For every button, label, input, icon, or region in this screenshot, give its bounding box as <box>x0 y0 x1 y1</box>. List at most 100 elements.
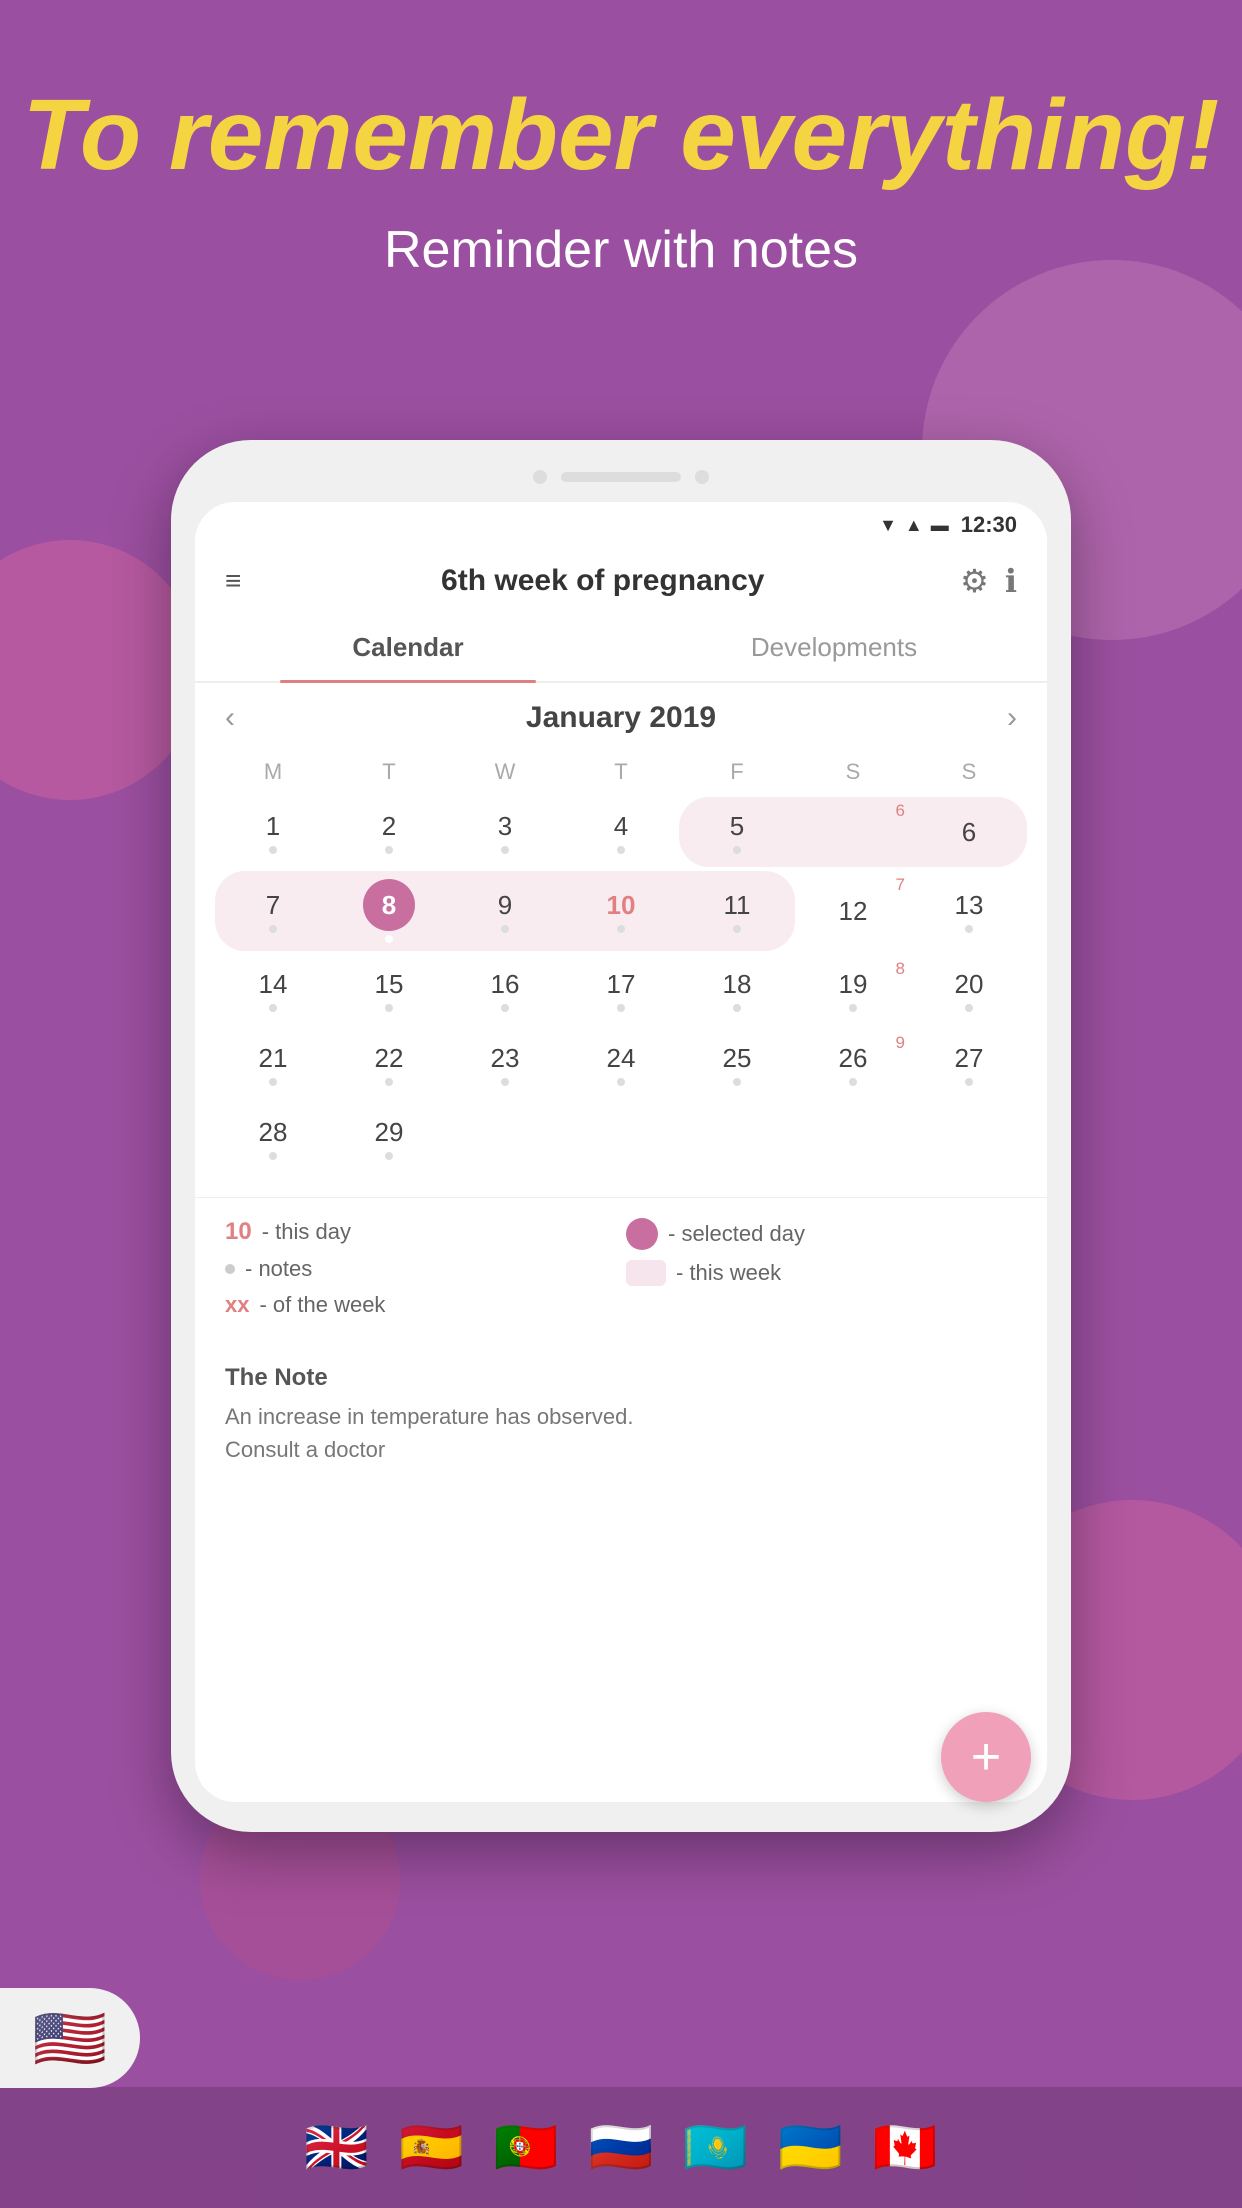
cal-cell-10[interactable]: 10 <box>563 871 679 951</box>
week-num-9: 9 <box>896 1033 905 1053</box>
cal-cell-3[interactable]: 3 <box>447 797 563 867</box>
bg-circle-left <box>0 540 200 800</box>
legend-selected-label: - selected day <box>668 1221 805 1247</box>
cal-day: 5 <box>730 811 744 842</box>
cal-day: 20 <box>955 969 984 1000</box>
cal-cell-7[interactable]: 7 <box>215 871 331 951</box>
cal-cell-13[interactable]: 13 <box>911 871 1027 951</box>
cal-day: 24 <box>607 1043 636 1074</box>
cal-cell-25[interactable]: 25 <box>679 1029 795 1099</box>
cal-cell-6s[interactable]: 6 <box>795 797 911 867</box>
flag-pt[interactable]: 🇵🇹 <box>494 2117 559 2178</box>
info-icon[interactable]: ℹ <box>1005 562 1017 600</box>
cal-cell-22[interactable]: 22 <box>331 1029 447 1099</box>
tab-calendar[interactable]: Calendar <box>195 614 621 681</box>
legend-week-label: - of the week <box>259 1292 385 1318</box>
cal-cell-17[interactable]: 17 <box>563 955 679 1025</box>
cal-cell-2[interactable]: 2 <box>331 797 447 867</box>
cal-cell-19[interactable]: 19 8 <box>795 955 911 1025</box>
flag-es[interactable]: 🇪🇸 <box>399 2117 464 2178</box>
cal-day: 25 <box>723 1043 752 1074</box>
calendar-section: ‹ January 2019 › M T W T F S S <box>195 683 1047 1187</box>
cal-day: 27 <box>955 1043 984 1074</box>
cal-cell-21[interactable]: 21 <box>215 1029 331 1099</box>
tab-developments[interactable]: Developments <box>621 614 1047 681</box>
calendar-row-4: 21 22 23 24 <box>215 1029 1027 1099</box>
legend-week-item: xx - of the week <box>225 1292 616 1318</box>
next-month-arrow[interactable]: › <box>1007 701 1017 735</box>
cal-cell-29[interactable]: 29 <box>331 1103 447 1173</box>
cal-cell-4[interactable]: 4 <box>563 797 679 867</box>
prev-month-arrow[interactable]: ‹ <box>225 701 235 735</box>
tabs: Calendar Developments <box>195 614 1047 683</box>
cal-day: 10 <box>607 890 636 921</box>
cal-cell-12s[interactable]: 12 7 <box>795 871 911 951</box>
legend-thisweek-box <box>626 1260 666 1286</box>
week-num-8: 8 <box>896 959 905 979</box>
menu-icon[interactable]: ≡ <box>225 565 241 597</box>
cal-dot <box>617 846 625 854</box>
cal-day: 14 <box>259 969 288 1000</box>
cal-day: 23 <box>491 1043 520 1074</box>
cal-cell-23[interactable]: 23 <box>447 1029 563 1099</box>
cal-dot <box>269 1078 277 1086</box>
flag-ua[interactable]: 🇺🇦 <box>778 2117 843 2178</box>
cal-cell-6[interactable]: 6 <box>911 797 1027 867</box>
legend-notes-item: - notes <box>225 1256 616 1282</box>
cal-cell-18[interactable]: 18 <box>679 955 795 1025</box>
cal-dot <box>733 925 741 933</box>
cal-day: 16 <box>491 969 520 1000</box>
cal-day: 28 <box>259 1117 288 1148</box>
phone-container: 12:30 ≡ 6th week of pregnancy ⚙ ℹ Calend… <box>171 440 1071 1832</box>
flag-gb[interactable]: 🇬🇧 <box>304 2117 369 2178</box>
us-flag-corner: 🇺🇸 <box>0 1988 140 2088</box>
cal-dot <box>385 935 393 943</box>
month-year-label: January 2019 <box>526 701 716 735</box>
cal-cell-empty2 <box>563 1103 679 1173</box>
cal-cell-26[interactable]: 26 9 <box>795 1029 911 1099</box>
header-section: To remember everything! Reminder with no… <box>0 0 1242 280</box>
flag-ca[interactable]: 🇨🇦 <box>873 2117 938 2178</box>
cal-day: 12 <box>839 896 868 927</box>
cal-dot <box>965 925 973 933</box>
cal-cell-9[interactable]: 9 <box>447 871 563 951</box>
cal-cell-1[interactable]: 1 <box>215 797 331 867</box>
phone-outer: 12:30 ≡ 6th week of pregnancy ⚙ ℹ Calend… <box>171 440 1071 1832</box>
gear-icon[interactable]: ⚙ <box>960 562 989 600</box>
battery-icon <box>931 515 949 536</box>
cal-dot <box>849 1078 857 1086</box>
cal-cell-28[interactable]: 28 <box>215 1103 331 1173</box>
status-bar: 12:30 <box>195 502 1047 548</box>
cal-cell-20[interactable]: 20 <box>911 955 1027 1025</box>
selected-circle: 8 <box>363 879 415 931</box>
cal-dot <box>733 1078 741 1086</box>
cal-cell-empty3 <box>679 1103 795 1173</box>
cal-cell-15[interactable]: 15 <box>331 955 447 1025</box>
cal-day: 29 <box>375 1117 404 1148</box>
legend-thisweek-item: - this week <box>626 1260 1017 1286</box>
cal-day: 3 <box>498 811 512 842</box>
cal-dot <box>733 1004 741 1012</box>
cal-cell-24[interactable]: 24 <box>563 1029 679 1099</box>
cal-cell-14[interactable]: 14 <box>215 955 331 1025</box>
cal-dot <box>385 1004 393 1012</box>
cal-day: 13 <box>955 890 984 921</box>
phone-speaker <box>561 472 681 482</box>
flag-kz[interactable]: 🇰🇿 <box>683 2117 748 2178</box>
flag-ru[interactable]: 🇷🇺 <box>589 2117 654 2178</box>
cal-day: 15 <box>375 969 404 1000</box>
fab-add-button[interactable]: + <box>941 1712 1031 1802</box>
cal-dot <box>617 1078 625 1086</box>
cal-dot <box>617 925 625 933</box>
main-title: To remember everything! <box>0 80 1242 190</box>
status-time: 12:30 <box>961 512 1017 538</box>
day-header-s2: S <box>911 753 1027 791</box>
cal-cell-5[interactable]: 5 <box>679 797 795 867</box>
day-header-w: W <box>447 753 563 791</box>
cal-cell-8[interactable]: 8 <box>331 871 447 951</box>
cal-cell-27[interactable]: 27 <box>911 1029 1027 1099</box>
bottom-section: 🇬🇧 🇪🇸 🇵🇹 🇷🇺 🇰🇿 🇺🇦 🇨🇦 <box>0 2087 1242 2208</box>
cal-cell-11[interactable]: 11 <box>679 871 795 951</box>
cal-day: 4 <box>614 811 628 842</box>
cal-cell-16[interactable]: 16 <box>447 955 563 1025</box>
